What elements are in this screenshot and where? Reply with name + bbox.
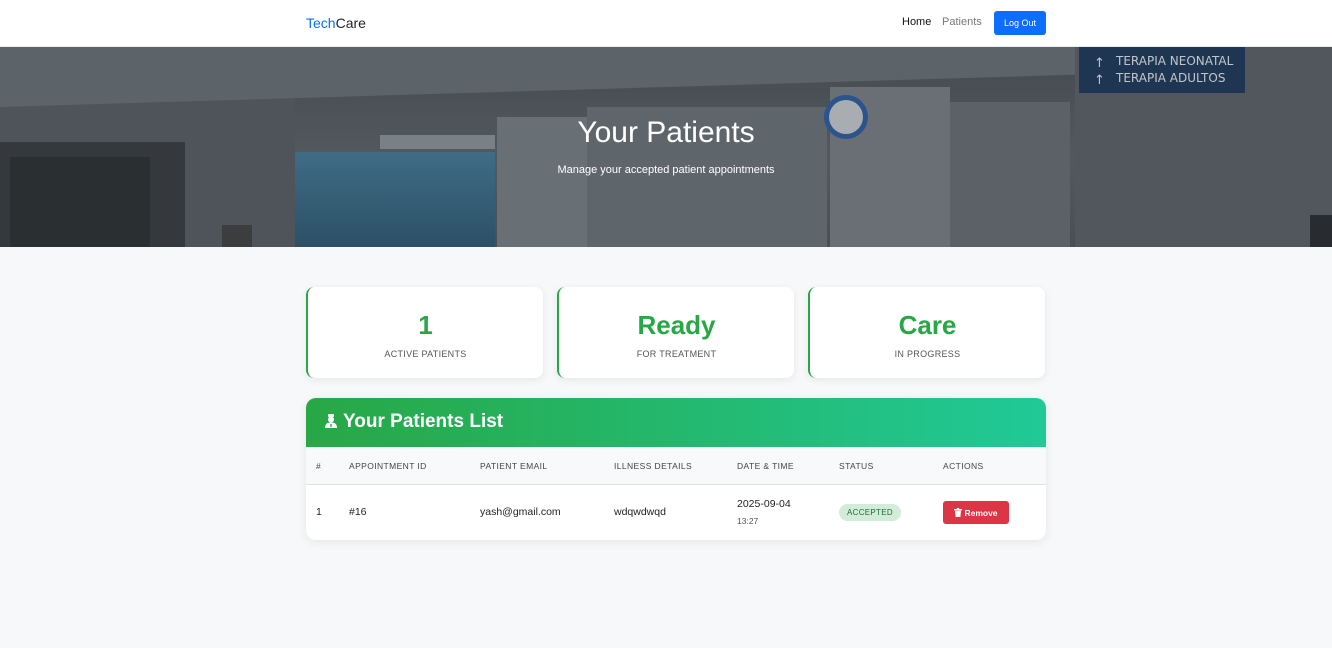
patients-list-panel: Your Patients List # APPOINTMENT ID PATI… [306,398,1046,540]
status-badge: ACCEPTED [839,504,901,521]
illness-details: wdqwdwqd [614,506,666,518]
remove-button[interactable]: Remove [943,501,1009,524]
row-index: 1 [316,506,322,518]
appointment-id: #16 [349,506,367,518]
appointment-date: 2025-09-04 [737,498,791,510]
brand-text-care: Care [335,15,366,31]
navbar: TechCare Home Patients Log Out [0,0,1332,47]
patient-email: yash@gmail.com [480,506,561,518]
column-header-illness-details: ILLNESS DETAILS [614,461,693,471]
column-header-status: STATUS [839,461,874,471]
panel-header: Your Patients List [306,398,1046,447]
table-header: # APPOINTMENT ID PATIENT EMAIL ILLNESS D… [306,447,1046,485]
logout-button[interactable]: Log Out [994,11,1046,35]
trash-icon [954,507,963,517]
nav-link-patients[interactable]: Patients [942,16,982,28]
user-nurse-icon [325,414,337,428]
stat-card-active-patients: 1 ACTIVE PATIENTS [306,287,543,378]
stat-label: IN PROGRESS [894,349,961,359]
table-row: 1 #16 yash@gmail.com wdqwdwqd 2025-09-04… [306,485,1046,540]
page-subtitle: Manage your accepted patient appointment… [557,164,775,176]
brand-logo[interactable]: TechCare [306,15,366,31]
panel-title: Your Patients List [343,411,504,432]
brand-text-tech: Tech [306,15,336,31]
appointment-time: 13:27 [737,516,759,526]
stat-label: FOR TREATMENT [636,349,717,359]
remove-button-label: Remove [964,507,998,518]
column-header-patient-email: PATIENT EMAIL [480,461,548,471]
column-header-date-time: DATE & TIME [737,461,794,471]
stat-card-care: Care IN PROGRESS [808,287,1045,378]
column-header-index: # [316,461,322,471]
stat-label: ACTIVE PATIENTS [384,349,467,359]
column-header-appointment-id: APPOINTMENT ID [349,461,427,471]
hero-banner: TERAPIA NEONATAL TERAPIA ADULTOS ↑ ↑ You… [0,47,1332,247]
stat-value: Ready [637,310,716,340]
stat-value: Care [898,310,957,340]
column-header-actions: ACTIONS [943,461,984,471]
page-title: Your Patients [577,116,755,149]
nav-link-home[interactable]: Home [902,16,931,28]
stat-value: 1 [418,310,433,340]
stat-card-ready: Ready FOR TREATMENT [557,287,794,378]
